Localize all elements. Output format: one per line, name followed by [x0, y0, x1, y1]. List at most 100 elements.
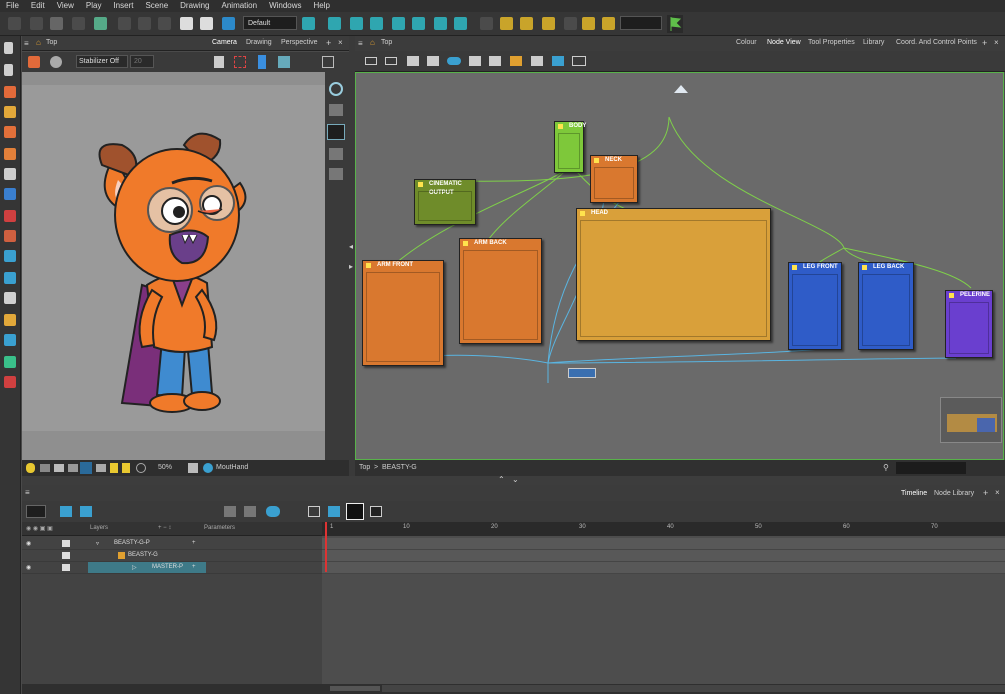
add-keyframe-icon[interactable]: [224, 506, 236, 517]
script-icon[interactable]: [480, 17, 493, 30]
grid-toggle-icon[interactable]: [68, 464, 78, 472]
brush-icon[interactable]: [28, 56, 40, 68]
redo-icon[interactable]: [138, 17, 151, 30]
menu-drawing[interactable]: Drawing: [174, 0, 215, 12]
add-drawing-layer-icon[interactable]: [60, 506, 72, 517]
rotate-tool-icon[interactable]: [4, 272, 16, 284]
new-icon[interactable]: [8, 17, 21, 30]
tab-camera[interactable]: Camera: [212, 39, 237, 46]
frame-grid[interactable]: [322, 536, 1005, 684]
menu-file[interactable]: File: [0, 0, 25, 12]
eraser-tool-icon[interactable]: [4, 148, 16, 160]
add-layer-icon[interactable]: + − ↕: [158, 525, 171, 531]
color-swatch[interactable]: [62, 552, 70, 559]
zoom-level[interactable]: 50%: [158, 464, 172, 471]
menu-icon[interactable]: ≡: [25, 488, 30, 497]
light-table-icon[interactable]: [350, 17, 363, 30]
workspace-select[interactable]: [620, 16, 662, 30]
menu-insert[interactable]: Insert: [107, 0, 139, 12]
onion-icon[interactable]: [328, 17, 341, 30]
composite-node[interactable]: [568, 368, 596, 378]
layers-icon[interactable]: [329, 104, 343, 116]
add-tab-icon[interactable]: +: [326, 38, 331, 48]
single-frame-toggle[interactable]: [370, 506, 382, 517]
ease-icon[interactable]: [520, 17, 533, 30]
camera-tool-icon[interactable]: [4, 334, 16, 346]
tab-perspective[interactable]: Perspective: [281, 39, 318, 46]
preset-select[interactable]: Default: [243, 16, 297, 30]
add-parameter-icon[interactable]: +: [192, 540, 196, 546]
collapse-left-icon[interactable]: ◂: [349, 242, 353, 251]
copy-icon[interactable]: [180, 17, 193, 30]
layer-row[interactable]: BEASTY-G: [22, 550, 322, 562]
motion-icon[interactable]: [434, 17, 447, 30]
node-arm-back[interactable]: ARM BACK: [459, 238, 542, 344]
expand-icon[interactable]: [308, 506, 320, 517]
expand-right-icon[interactable]: ▸: [349, 262, 353, 271]
layers-more-icon[interactable]: [329, 168, 343, 180]
layer-name[interactable]: MASTER-P: [152, 564, 183, 570]
brush-size-select[interactable]: [26, 505, 46, 518]
eye-icon[interactable]: ◉: [26, 564, 31, 571]
close-icon[interactable]: ×: [994, 38, 999, 47]
cutter-tool-icon[interactable]: [4, 230, 16, 242]
hierarchy-icon[interactable]: [454, 17, 467, 30]
add-layer-icon[interactable]: [564, 17, 577, 30]
transform-tool-icon[interactable]: [4, 250, 16, 262]
close-icon[interactable]: ×: [995, 488, 1000, 497]
node-graph[interactable]: BODY NECK CINEMATIC OUTPUT HEAD ARM BACK…: [355, 72, 1004, 460]
node-arm-front[interactable]: ARM FRONT: [362, 260, 444, 366]
save-icon[interactable]: [50, 17, 63, 30]
home-icon[interactable]: ⌂: [370, 38, 375, 47]
color-swatch[interactable]: [62, 540, 70, 547]
menu-view[interactable]: View: [51, 0, 80, 12]
rigging-tool-icon[interactable]: [4, 314, 16, 326]
menu-icon[interactable]: ≡: [358, 39, 363, 48]
layout-icon[interactable]: [322, 56, 334, 68]
close-icon[interactable]: ×: [338, 38, 343, 47]
open-icon[interactable]: [30, 17, 43, 30]
workspace-icon[interactable]: [582, 17, 595, 30]
workspace-alt-icon[interactable]: [602, 17, 615, 30]
layers-alt-icon[interactable]: [329, 148, 343, 160]
menu-play[interactable]: Play: [80, 0, 108, 12]
tab-library[interactable]: Library: [863, 39, 884, 46]
node-search-input[interactable]: [896, 462, 966, 474]
drawing-gear-icon[interactable]: [203, 463, 213, 473]
zoom-slider[interactable]: [330, 686, 380, 691]
preview-icon[interactable]: [302, 17, 315, 30]
add-peg-icon[interactable]: [80, 506, 92, 517]
node-leg-back[interactable]: LEG BACK: [858, 262, 914, 350]
layer-row[interactable]: ◉ ▷ MASTER-P +: [22, 562, 322, 574]
node-head[interactable]: HEAD: [576, 208, 771, 341]
node-cinematic-output[interactable]: CINEMATIC OUTPUT: [414, 179, 476, 225]
effect-icon[interactable]: [552, 56, 564, 66]
cable-icon[interactable]: [489, 56, 501, 66]
stack-icon[interactable]: [214, 56, 224, 68]
frame-row[interactable]: [322, 550, 1005, 562]
export-icon[interactable]: [94, 17, 107, 30]
peg-node-icon[interactable]: [427, 56, 439, 66]
menu-edit[interactable]: Edit: [25, 0, 51, 12]
pencil-tool-icon[interactable]: [4, 106, 16, 118]
frame-row[interactable]: [322, 538, 1005, 550]
rectangle-tool-icon[interactable]: [4, 188, 16, 200]
tab-coord-control-points[interactable]: Coord. And Control Points: [896, 39, 977, 46]
node-pelerine[interactable]: PELERINE: [945, 290, 993, 358]
stabilizer-select[interactable]: Stabilizer Off: [76, 55, 128, 68]
layer-row[interactable]: ◉ ▿ BEASTY-G-P +: [22, 538, 322, 550]
stabilizer-value[interactable]: 20: [130, 55, 154, 68]
filter-icon[interactable]: [531, 56, 543, 66]
menu-scene[interactable]: Scene: [139, 0, 174, 12]
node-body[interactable]: BODY: [554, 121, 586, 173]
motion-keyframe-icon[interactable]: [266, 506, 280, 517]
render-icon[interactable]: [222, 17, 235, 30]
tab-timeline[interactable]: Timeline: [901, 490, 927, 497]
tab-node-library[interactable]: Node Library: [934, 490, 974, 497]
backdrop-icon[interactable]: [510, 56, 522, 66]
color-icon[interactable]: [80, 462, 92, 474]
peg-icon[interactable]: [370, 17, 383, 30]
import-icon[interactable]: [72, 17, 85, 30]
paste-icon[interactable]: [200, 17, 213, 30]
search-icon[interactable]: ⚲: [883, 463, 889, 472]
